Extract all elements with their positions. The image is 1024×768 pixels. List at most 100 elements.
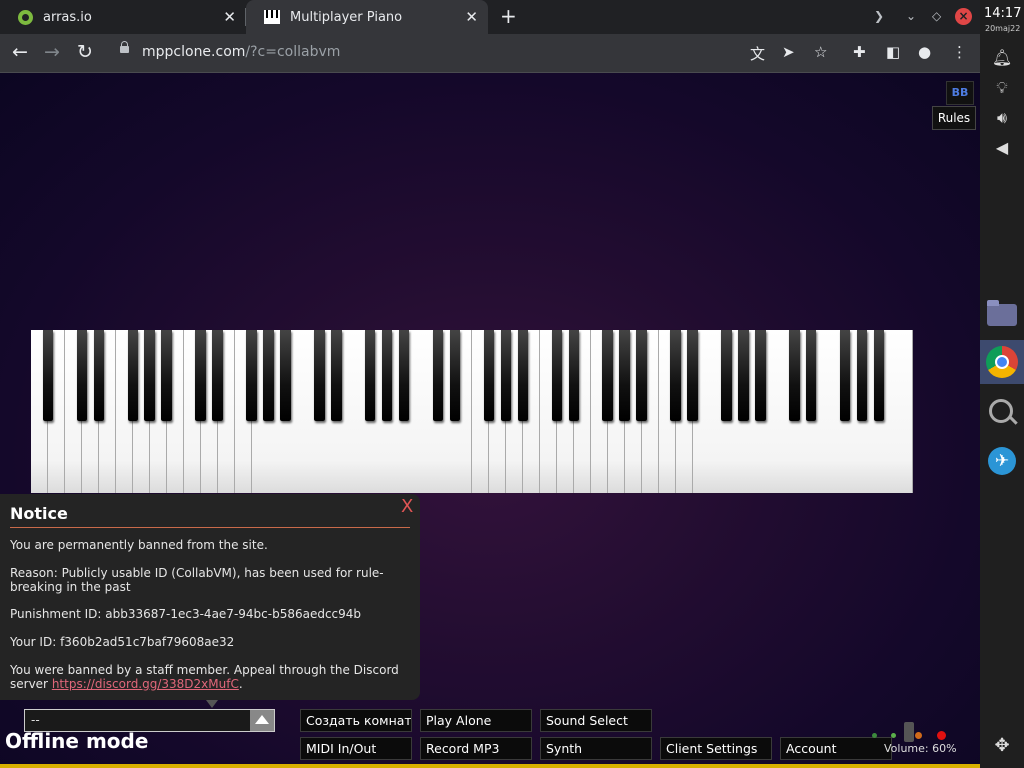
- client-settings-button[interactable]: Client Settings: [660, 737, 772, 760]
- search-icon[interactable]: [989, 399, 1013, 423]
- black-key[interactable]: [246, 330, 257, 421]
- record-dot: [937, 731, 946, 740]
- tab-search-chevron-icon[interactable]: ❯: [874, 9, 884, 23]
- notification-bell-icon[interactable]: 🔔︎: [980, 48, 1024, 67]
- chrome-icon[interactable]: [986, 346, 1018, 378]
- black-key[interactable]: [755, 330, 766, 421]
- black-key[interactable]: [602, 330, 613, 421]
- account-button[interactable]: Account: [780, 737, 892, 760]
- tab-title: arras.io: [43, 9, 92, 25]
- black-key[interactable]: [195, 330, 206, 421]
- black-key[interactable]: [449, 330, 461, 421]
- notice-pointer: [206, 700, 218, 708]
- notice-title: Notice: [10, 504, 68, 523]
- punishment-id: Punishment ID: abb33687-1ec3-4ae7-94bc-b…: [10, 607, 362, 621]
- black-key[interactable]: [517, 330, 529, 421]
- address-bar[interactable]: mppclone.com/?c=collabvm: [142, 44, 340, 60]
- user-id: Your ID: f360b2ad51c7baf79608ae32: [10, 635, 235, 649]
- black-key[interactable]: [314, 330, 325, 421]
- black-key[interactable]: [873, 330, 885, 421]
- send-icon[interactable]: ➤: [782, 43, 795, 61]
- system-clock: 14:17: [984, 6, 1022, 21]
- extensions-puzzle-icon[interactable]: ✚: [853, 43, 866, 61]
- status-dot: [872, 733, 877, 738]
- black-key[interactable]: [93, 330, 105, 421]
- play-alone-button[interactable]: Play Alone: [420, 709, 532, 732]
- black-key[interactable]: [432, 330, 444, 421]
- tab-arras[interactable]: arras.io ✕: [0, 0, 246, 34]
- black-key[interactable]: [42, 330, 54, 421]
- black-key[interactable]: [839, 330, 851, 421]
- close-tab-icon[interactable]: ✕: [465, 8, 478, 26]
- black-key[interactable]: [161, 330, 172, 421]
- black-key[interactable]: [280, 330, 291, 421]
- volume-label: Volume: 60%: [884, 742, 957, 755]
- black-key[interactable]: [619, 330, 630, 421]
- move-arrows-icon[interactable]: ✥: [980, 735, 1024, 756]
- black-key[interactable]: [398, 330, 410, 421]
- lock-icon[interactable]: [120, 41, 129, 53]
- volume-speaker-icon[interactable]: 🔊︎: [980, 108, 1024, 128]
- ban-message: You are permanently banned from the site…: [10, 538, 268, 552]
- close-tab-icon[interactable]: ✕: [223, 8, 236, 26]
- black-key[interactable]: [127, 330, 139, 421]
- black-key[interactable]: [381, 330, 393, 421]
- file-manager-icon[interactable]: [987, 300, 1017, 326]
- menu-kebab-icon[interactable]: ⋮: [952, 43, 967, 61]
- midi-button[interactable]: MIDI In/Out: [300, 737, 412, 760]
- telegram-icon[interactable]: ✈: [988, 447, 1016, 475]
- tab-multiplayer-piano[interactable]: Multiplayer Piano ✕: [246, 0, 488, 34]
- back-arrow-icon[interactable]: ←: [12, 42, 28, 62]
- tab-strip: arras.io ✕ Multiplayer Piano ✕ + ❯ ⌄ ◇ ×: [0, 0, 980, 34]
- reload-icon[interactable]: ↻: [77, 42, 93, 62]
- rules-button[interactable]: Rules: [932, 106, 976, 130]
- black-key[interactable]: [483, 330, 495, 421]
- black-key[interactable]: [687, 330, 698, 421]
- new-tab-plus-icon[interactable]: +: [500, 6, 517, 26]
- collapse-triangle-icon[interactable]: ◀: [980, 138, 1024, 157]
- bb-button[interactable]: BB: [946, 81, 974, 105]
- black-key[interactable]: [721, 330, 732, 421]
- synth-button[interactable]: Synth: [540, 737, 652, 760]
- black-key[interactable]: [636, 330, 647, 421]
- notice-dialog: Notice X You are permanently banned from…: [0, 494, 420, 700]
- restore-diamond-icon[interactable]: ◇: [932, 9, 941, 23]
- piano-keyboard[interactable]: [31, 330, 914, 493]
- black-key[interactable]: [789, 330, 800, 421]
- black-key[interactable]: [500, 330, 512, 421]
- translate-icon[interactable]: 文: [750, 43, 765, 64]
- dropdown-arrow-icon[interactable]: [250, 710, 274, 731]
- discord-link[interactable]: https://discord.gg/338D2xMufC: [52, 677, 239, 691]
- black-key[interactable]: [364, 330, 376, 421]
- bookmark-star-icon[interactable]: ☆: [814, 43, 827, 61]
- black-key[interactable]: [738, 330, 749, 421]
- sound-select-button[interactable]: Sound Select: [540, 709, 652, 732]
- black-key[interactable]: [263, 330, 274, 421]
- black-key[interactable]: [568, 330, 580, 421]
- black-key[interactable]: [212, 330, 223, 421]
- create-room-button[interactable]: Создать комнату: [300, 709, 412, 732]
- black-key[interactable]: [144, 330, 155, 421]
- white-key[interactable]: [896, 330, 914, 493]
- arras-favicon-icon: [18, 9, 33, 25]
- system-date: 20maj22: [985, 24, 1021, 33]
- lightbulb-icon[interactable]: 💡︎: [980, 78, 1024, 98]
- black-key[interactable]: [76, 330, 88, 421]
- window-close-icon[interactable]: ×: [955, 8, 972, 25]
- side-panel-icon[interactable]: ◧: [886, 43, 900, 61]
- black-key[interactable]: [805, 330, 817, 421]
- status-dot: [891, 733, 896, 738]
- minimize-chevron-icon[interactable]: ⌄: [906, 9, 916, 23]
- black-key[interactable]: [551, 330, 563, 421]
- volume-knob[interactable]: [904, 722, 914, 742]
- bottom-stripe: [0, 764, 980, 768]
- notice-close-button[interactable]: X: [401, 496, 413, 517]
- ban-reason: Reason: Publicly usable ID (CollabVM), h…: [10, 566, 384, 594]
- status-offline: Offline mode: [5, 729, 149, 753]
- profile-icon[interactable]: ●: [918, 43, 931, 61]
- forward-arrow-icon[interactable]: →: [44, 42, 60, 62]
- black-key[interactable]: [670, 330, 681, 421]
- record-mp3-button[interactable]: Record MP3: [420, 737, 532, 760]
- black-key[interactable]: [331, 330, 342, 421]
- black-key[interactable]: [856, 330, 868, 421]
